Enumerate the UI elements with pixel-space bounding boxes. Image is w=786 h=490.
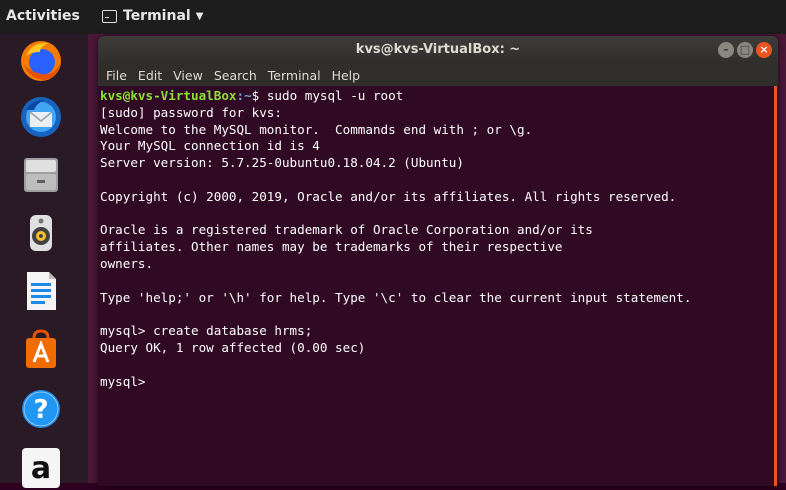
terminal-window[interactable]: kvs@kvs-VirtualBox: ~ – □ × File Edit Vi… [98,36,778,486]
terminal-line: Server version: 5.7.25-0ubuntu0.18.04.2 … [100,155,464,171]
window-titlebar[interactable]: kvs@kvs-VirtualBox: ~ – □ × [98,36,778,64]
terminal-output[interactable]: kvs@kvs-VirtualBox:~$ sudo mysql -u root… [100,88,691,390]
menu-terminal[interactable]: Terminal [264,68,325,83]
menu-view[interactable]: View [169,68,207,83]
terminal-line: Oracle is a registered trademark of Orac… [100,222,593,238]
terminal-line: Type 'help;' or '\h' for help. Type '\c'… [100,289,692,305]
caret-down-icon: ▼ [195,10,204,22]
help-icon[interactable]: ? [18,386,64,432]
files-icon[interactable] [18,152,64,198]
menu-search[interactable]: Search [210,68,261,83]
maximize-icon[interactable]: □ [737,42,753,58]
terminal-line: owners. [100,255,154,271]
terminal-line: affiliates. Other names may be trademark… [100,239,563,255]
app-menu[interactable]: Terminal ▼ [102,8,203,24]
thunderbird-icon[interactable] [18,94,64,140]
window-controls: – □ × [715,42,772,58]
prompt-command: $ sudo mysql -u root [251,88,404,103]
window-title: kvs@kvs-VirtualBox: ~ [355,42,521,57]
minimize-icon[interactable]: – [718,42,734,58]
terminal-icon [102,9,117,23]
menu-edit[interactable]: Edit [134,68,166,83]
activities-button[interactable]: Activities [6,8,80,24]
terminal-line: Copyright (c) 2000, 2019, Oracle and/or … [100,188,677,204]
firefox-icon[interactable] [18,38,64,84]
rhythmbox-icon[interactable] [18,210,64,256]
top-bar: Activities Terminal ▼ [0,0,786,34]
mysql-prompt-line: mysql> [100,373,154,389]
prompt-path: :~ [236,88,252,103]
terminal-line: Query OK, 1 row affected (0.00 sec) [100,339,366,355]
menu-help[interactable]: Help [328,68,365,83]
terminal-line: Your MySQL connection id is 4 [100,138,320,154]
software-icon[interactable] [18,326,64,372]
app-menu-label: Terminal [123,8,191,24]
svg-text:a: a [31,451,51,486]
menu-file[interactable]: File [102,68,131,83]
scrollbar[interactable] [774,86,777,486]
dock: ? a [0,34,88,488]
terminal-area[interactable]: kvs@kvs-VirtualBox:~$ sudo mysql -u root… [98,86,778,486]
terminal-line: mysql> create database hrms; [100,323,313,339]
terminal-line: Welcome to the MySQL monitor. Commands e… [100,121,533,137]
amazon-icon[interactable]: a [18,444,64,490]
close-icon[interactable]: × [756,42,772,58]
terminal-line: [sudo] password for kvs: [100,104,282,120]
svg-text:?: ? [33,395,48,425]
prompt-user: kvs@kvs-VirtualBox [100,88,237,103]
menu-bar: File Edit View Search Terminal Help [98,64,778,86]
writer-icon[interactable] [18,268,64,314]
